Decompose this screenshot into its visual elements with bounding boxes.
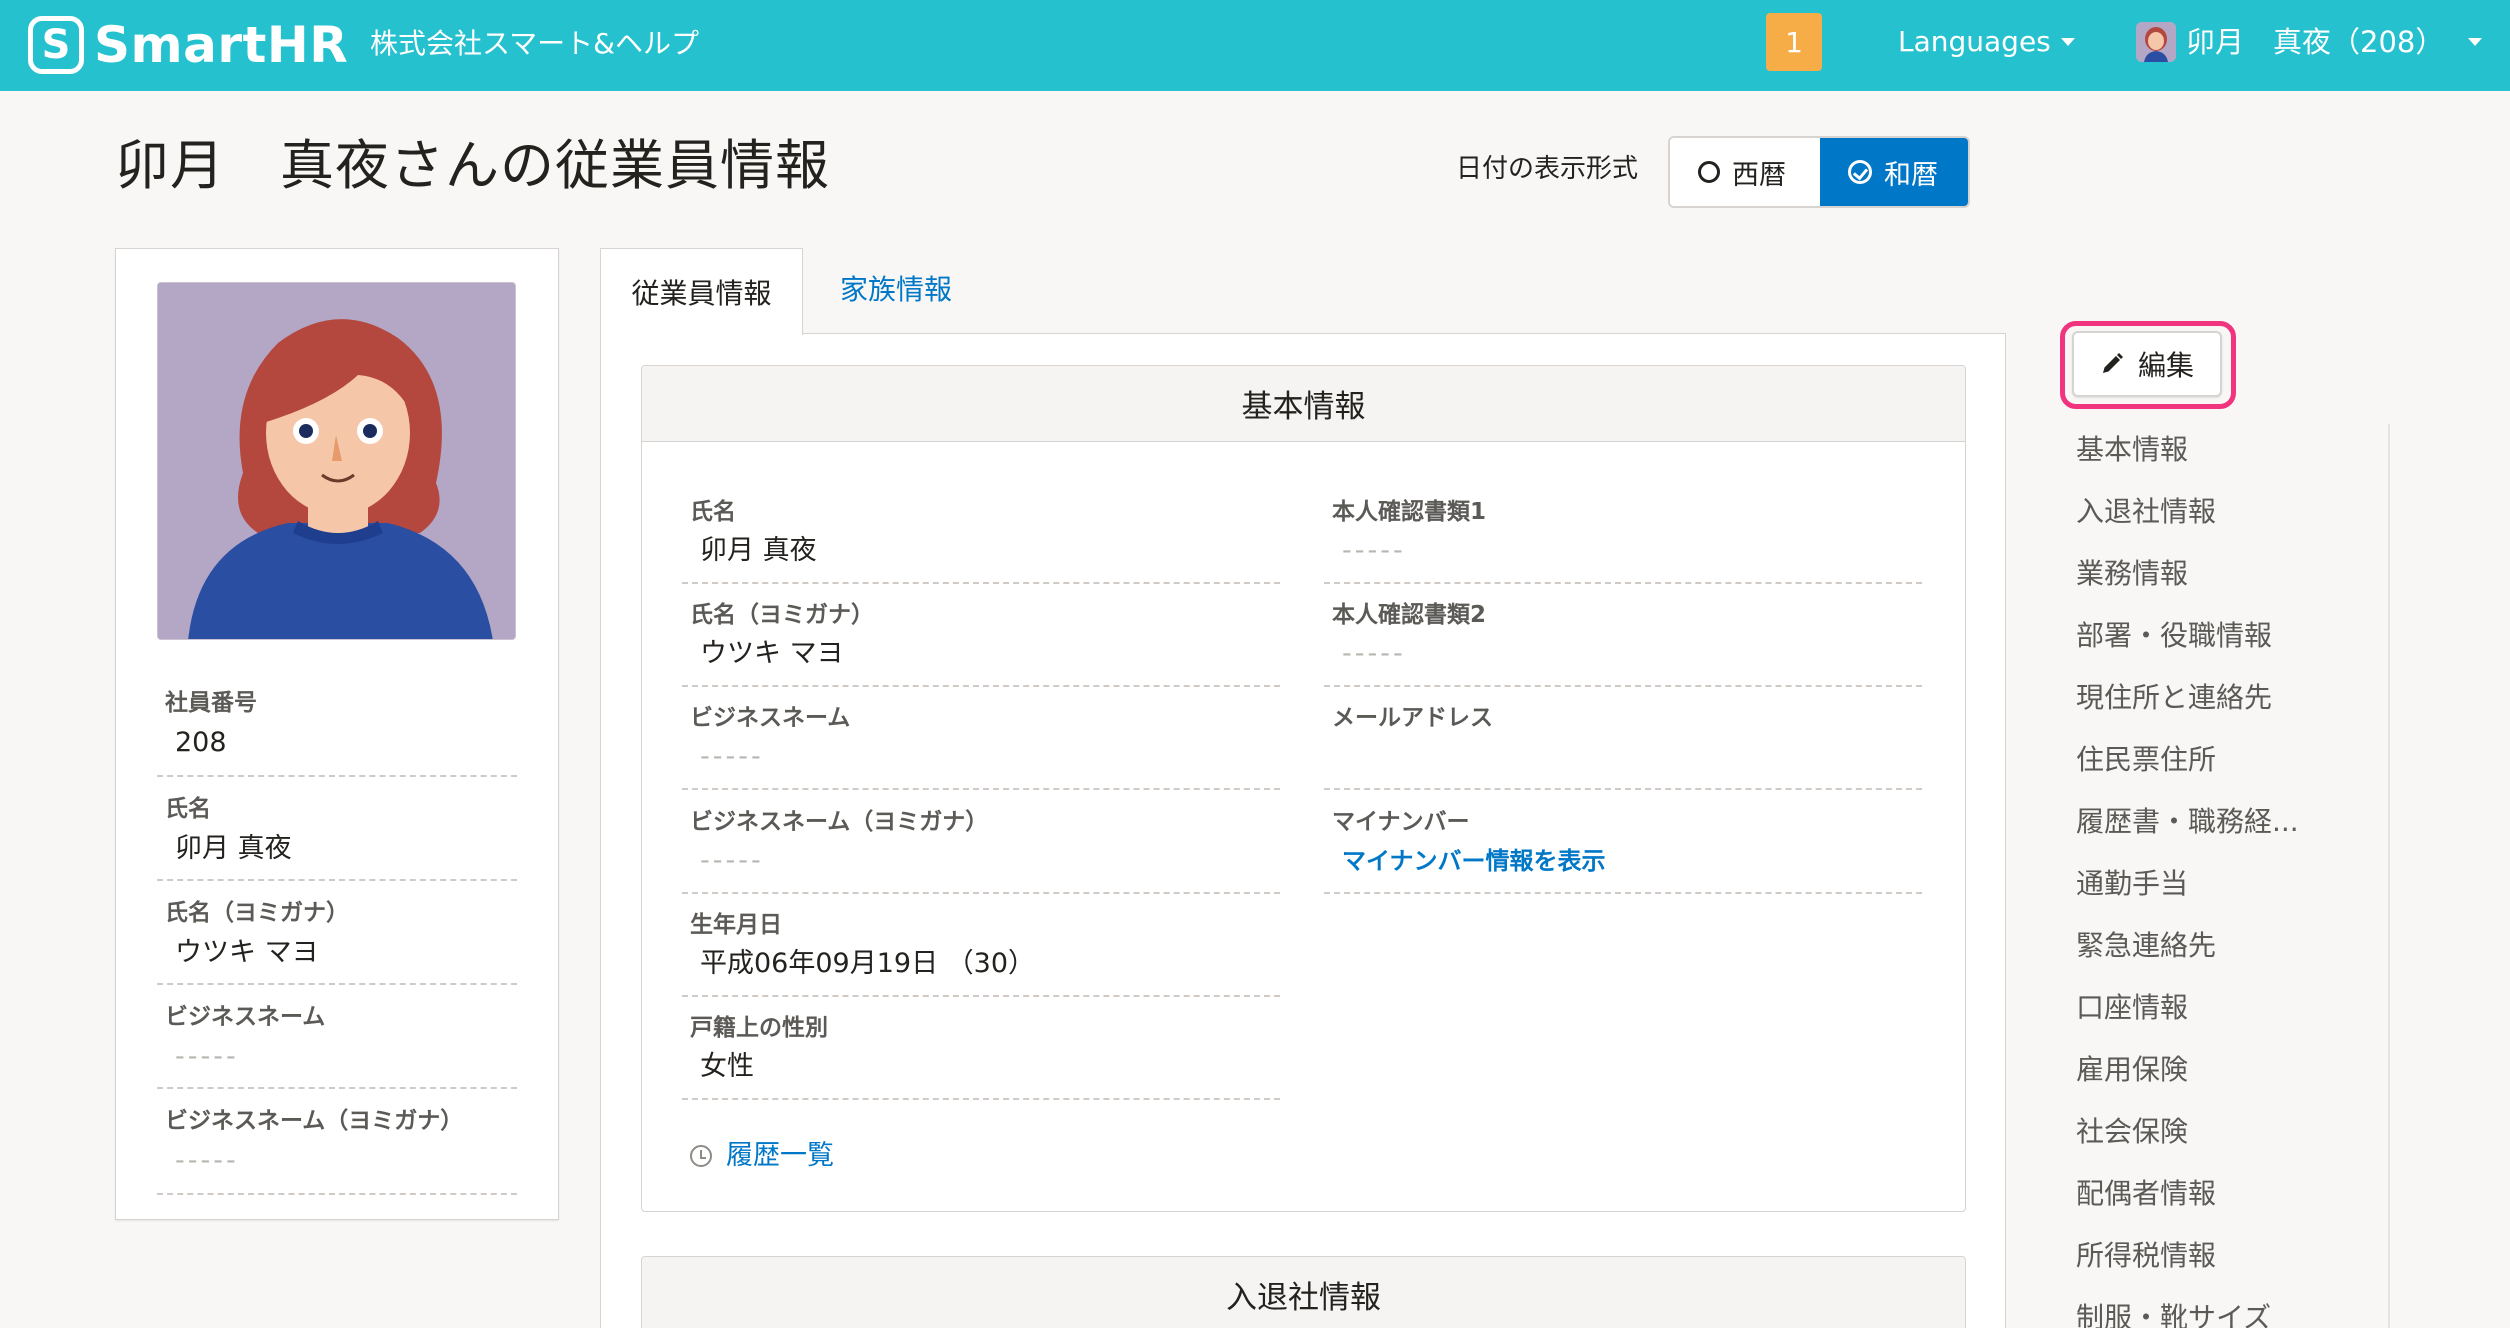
history-link-label: 履歴一覧 [726,1140,834,1171]
side-nav-item[interactable]: 口座情報 [2076,988,2299,1050]
basic-info-section: 基本情報 氏名 卯月 真夜 氏名（ヨミガナ） ウツキ マヨ ビジネスネーム --… [641,365,1966,1212]
side-nav-item[interactable]: 入退社情報 [2076,492,2299,554]
field-gender: 戸籍上の性別 女性 [682,1012,1280,1100]
field-name-kana: 氏名（ヨミガナ） ウツキ マヨ [682,599,1280,687]
field-name: 氏名 卯月 真夜 [682,496,1280,584]
field-id-document-1: 本人確認書類1 ----- [1324,496,1922,584]
field-email: メールアドレス [1324,702,1922,790]
section-title: 基本情報 [642,366,1965,442]
side-nav-item[interactable]: 履歴書・職務経... [2076,802,2299,864]
side-nav-item[interactable]: 配偶者情報 [2076,1174,2299,1236]
side-nav-item[interactable]: 住民票住所 [2076,740,2299,802]
chevron-down-icon [2060,38,2075,46]
side-nav-item[interactable]: 基本情報 [2076,430,2299,492]
field-business-name-kana: ビジネスネーム（ヨミガナ） ----- [682,806,1280,894]
edit-button[interactable]: 編集 [2072,331,2222,397]
user-avatar [2136,22,2176,62]
smarthr-logo[interactable]: S SmartHR [28,14,348,76]
radio-empty-icon [1698,161,1720,183]
employee-avatar [157,282,516,640]
tab-family-info[interactable]: 家族情報 [840,270,952,310]
show-my-number-link[interactable]: マイナンバー情報を表示 [1342,842,1606,880]
side-nav-item[interactable]: 現住所と連絡先 [2076,678,2299,740]
side-nav-item[interactable]: 制服・靴サイズ [2076,1298,2299,1328]
history-link[interactable]: 履歴一覧 [690,1138,834,1174]
check-circle-icon [1848,160,1872,184]
page-title: 卯月 真夜さんの従業員情報 [115,134,830,197]
user-avatar-icon [2136,22,2176,62]
main-panel: 基本情報 氏名 卯月 真夜 氏名（ヨミガナ） ウツキ マヨ ビジネスネーム --… [600,333,2006,1328]
side-nav-item[interactable]: 業務情報 [2076,554,2299,616]
edit-button-label: 編集 [2137,349,2194,382]
side-nav: 基本情報 入退社情報 業務情報 部署・役職情報 現住所と連絡先 住民票住所 履歴… [2076,430,2299,1328]
logo-text: SmartHR [94,16,349,74]
date-option-label: 西暦 [1732,159,1786,191]
employee-portrait-icon [158,283,515,639]
date-format-japanese-button[interactable]: 和暦 [1820,138,1968,206]
section-title: 入退社情報 [642,1257,1965,1328]
field-my-number: マイナンバー マイナンバー情報を表示 [1324,806,1922,894]
field-id-document-2: 本人確認書類2 ----- [1324,599,1922,687]
languages-label: Languages [1898,25,2051,58]
clock-icon [690,1145,712,1167]
date-format-western-button[interactable]: 西暦 [1670,138,1820,206]
chevron-down-icon [2468,38,2483,46]
side-nav-item[interactable]: 緊急連絡先 [2076,926,2299,988]
user-name: 卯月 真夜（208） [2186,25,2445,59]
side-nav-item[interactable]: 社会保険 [2076,1112,2299,1174]
date-format-toggle: 西暦 和暦 [1668,136,1970,208]
date-option-label: 和暦 [1884,159,1938,191]
top-header: S SmartHR 株式会社スマート&ヘルプ 1 Languages 卯月 真夜… [0,0,2510,91]
profile-field-name-kana: 氏名（ヨミガナ） ウツキ マヨ [157,897,517,985]
profile-card: 社員番号 208 氏名 卯月 真夜 氏名（ヨミガナ） ウツキ マヨ ビジネスネー… [115,248,559,1220]
tab-employee-info[interactable]: 従業員情報 [600,248,803,335]
user-menu[interactable]: 卯月 真夜（208） [2136,18,2483,66]
logo-mark-icon: S [28,16,84,74]
side-nav-divider [2388,424,2390,1328]
languages-menu[interactable]: Languages [1898,22,2075,62]
company-name[interactable]: 株式会社スマート&ヘルプ [370,24,699,64]
profile-field-business-name-kana: ビジネスネーム（ヨミガナ） ----- [157,1105,517,1195]
pencil-icon [2102,353,2123,373]
field-birthdate: 生年月日 平成06年09月19日 （30） [682,909,1280,997]
notification-badge[interactable]: 1 [1766,13,1822,71]
field-business-name: ビジネスネーム ----- [682,702,1280,790]
side-nav-item[interactable]: 通勤手当 [2076,864,2299,926]
side-nav-item[interactable]: 所得税情報 [2076,1236,2299,1298]
side-nav-item[interactable]: 部署・役職情報 [2076,616,2299,678]
employment-section: 入退社情報 [641,1256,1966,1328]
profile-field-name: 氏名 卯月 真夜 [157,793,517,881]
date-format-label: 日付の表示形式 [1456,154,1639,184]
side-nav-item[interactable]: 雇用保険 [2076,1050,2299,1112]
profile-field-employee-number: 社員番号 208 [157,687,517,777]
profile-field-business-name: ビジネスネーム ----- [157,1001,517,1089]
